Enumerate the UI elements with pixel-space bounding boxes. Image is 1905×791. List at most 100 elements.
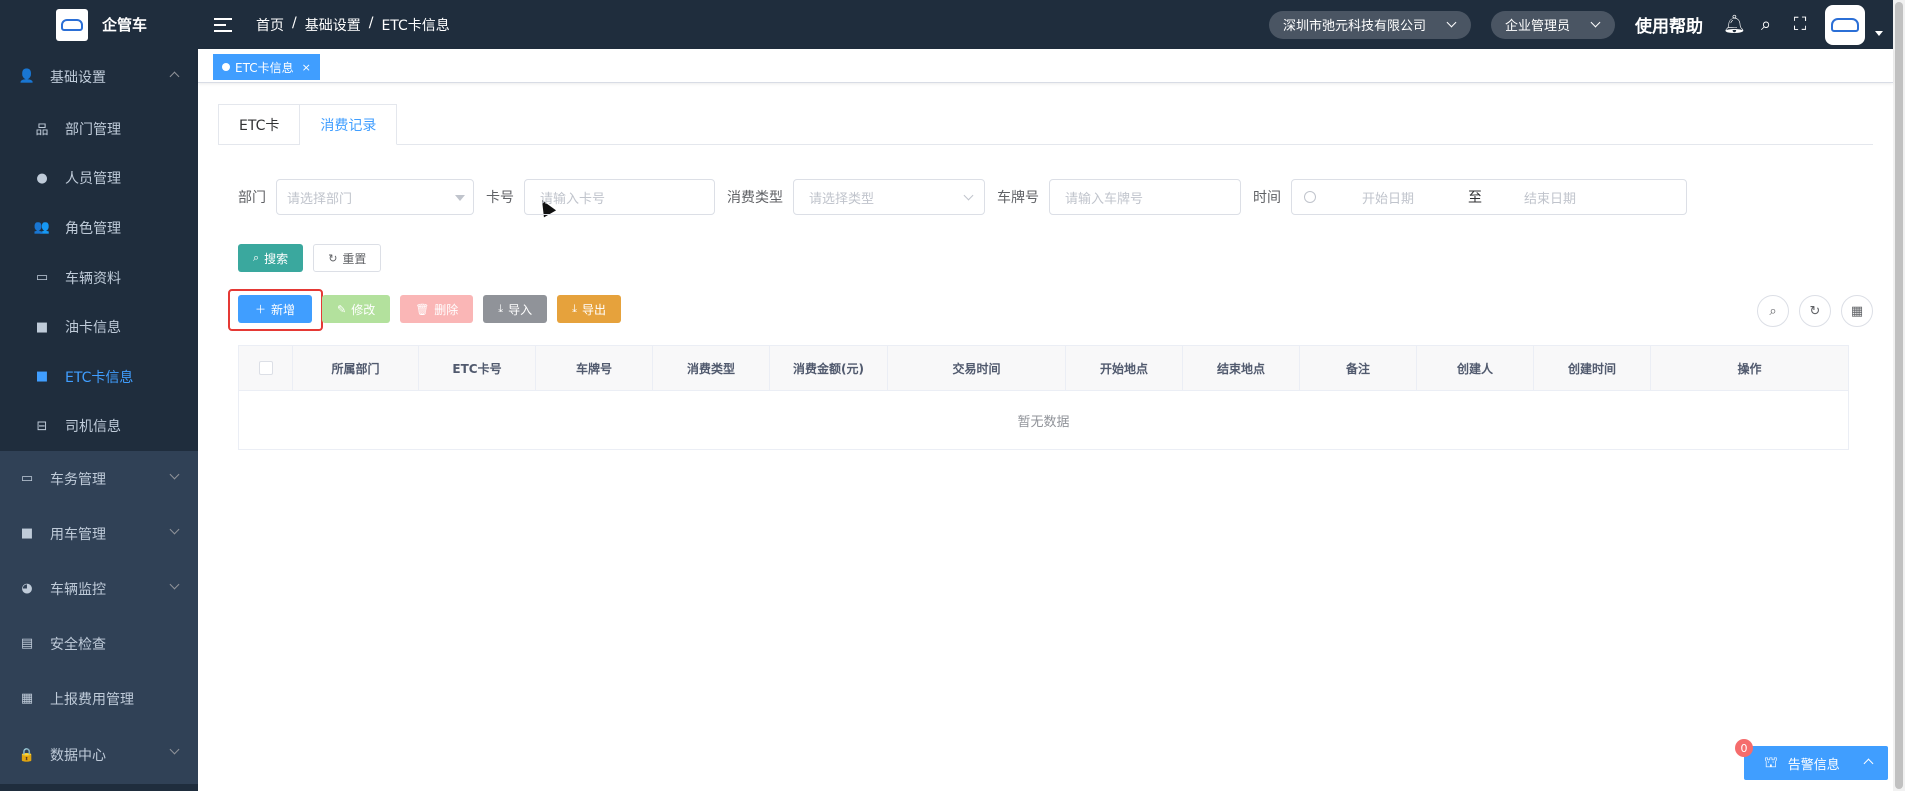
table-header: 所属部门 ETC卡号 车牌号 消费类型 消费金额(元) 交易时间 开始地点 结束… (239, 346, 1848, 391)
caret-down-icon[interactable] (1875, 31, 1883, 36)
scrollbar-thumb[interactable] (1895, 2, 1903, 789)
dept-label: 部门 (238, 190, 266, 206)
tag-etc-card-info[interactable]: ETC卡信息 × (213, 54, 320, 80)
delete-button[interactable]: 🗑︎ 删除 (400, 295, 474, 323)
tab-consumption-records[interactable]: 消费记录 (300, 104, 398, 145)
chevron-down-icon (169, 469, 180, 480)
column-header: 结束地点 (1183, 346, 1300, 390)
menu-group-vehicle-monitor[interactable]: ◕ 车辆监控 (0, 561, 198, 616)
range-separator: 至 (1468, 190, 1483, 206)
download-icon: ⤓ (572, 302, 577, 315)
card-number-input[interactable]: 请输入卡号 (524, 179, 715, 215)
date-range-picker[interactable]: 开始日期 至 结束日期 (1291, 179, 1687, 215)
help-link[interactable]: 使用帮助 (1635, 12, 1703, 37)
sidebar-item-drivers[interactable]: ⊟ 司机信息 (0, 402, 198, 452)
menu-group-expense-report[interactable]: ▦ 上报费用管理 (0, 671, 198, 726)
sidebar-item-etc-cards[interactable]: ■ ETC卡信息 (0, 352, 198, 402)
alarm-count-badge: 0 (1735, 739, 1753, 757)
sidebar-item-personnel[interactable]: ● 人员管理 (0, 154, 198, 204)
close-icon[interactable]: × (302, 61, 311, 74)
chevron-down-icon (169, 744, 180, 755)
logo-car-icon (56, 8, 88, 41)
records-table: 所属部门 ETC卡号 车牌号 消费类型 消费金额(元) 交易时间 开始地点 结束… (238, 345, 1849, 450)
menu-group-basic-settings[interactable]: 👤 基础设置 (0, 49, 198, 104)
fuel-card-icon: ■ (35, 319, 49, 335)
menu-lower: ▭ 车务管理 ■ 用车管理 ◕ 车辆监控 ▤ 安全检查 ▦ 上报费用管理 🔒 数据中心 (0, 451, 198, 785)
sidebar-item-fuel-cards[interactable]: ■ 油卡信息 (0, 302, 198, 352)
start-date-placeholder[interactable]: 开始日期 (1362, 188, 1414, 207)
topbar: 首页 / 基础设置 / ETC卡信息 深圳市弛元科技有限公司 企业管理员 使用帮… (198, 0, 1905, 49)
reset-button[interactable]: ↻ 重置 (313, 244, 382, 272)
alarm-panel[interactable]: ⛫ 告警信息 (1744, 746, 1888, 780)
fullscreen-icon[interactable]: ⛶ (1791, 14, 1809, 35)
add-button-label: 新增 (271, 302, 296, 317)
table-empty-text: 暂无数据 (1017, 414, 1070, 430)
search-icon[interactable]: ⌕ (1757, 14, 1775, 35)
column-header: 创建人 (1417, 346, 1534, 390)
columns-icon[interactable]: ▦ (1841, 295, 1873, 327)
consumption-type-select[interactable]: 请选择类型 (793, 179, 985, 215)
menu-group-safety-check[interactable]: ▤ 安全检查 (0, 616, 198, 671)
export-button[interactable]: ⤓ 导出 (557, 295, 622, 323)
sidebar-item-departments[interactable]: 品部门管理 (0, 104, 198, 154)
active-dot-icon (222, 63, 230, 71)
company-select[interactable]: 深圳市弛元科技有限公司 (1268, 10, 1471, 39)
search-icon: ⌕ (253, 251, 260, 264)
menu-group-vehicle-use[interactable]: ■ 用车管理 (0, 506, 198, 561)
dept-select[interactable]: 请选择部门 (276, 179, 474, 215)
page-scrollbar[interactable] (1893, 0, 1905, 791)
refresh-icon[interactable]: ↻ (1799, 295, 1831, 327)
breadcrumb-basic-settings[interactable]: 基础设置 (305, 15, 361, 35)
clock-icon (1304, 191, 1316, 203)
breadcrumb-home[interactable]: 首页 (256, 15, 284, 35)
filter-form: 部门 请选择部门 卡号 请输入卡号 消费类型 请选择类型 车牌号 请输入车牌号 … (238, 179, 1687, 215)
dept-placeholder: 请选择部门 (287, 191, 353, 207)
menu-toggle-icon[interactable] (214, 17, 232, 32)
import-button[interactable]: ⤓ 导入 (483, 295, 548, 323)
search-button[interactable]: ⌕ 搜索 (238, 244, 304, 272)
plate-placeholder: 请输入车牌号 (1065, 191, 1144, 207)
time-label: 时间 (1253, 190, 1281, 206)
type-placeholder: 请选择类型 (809, 191, 875, 207)
lock-icon: 🔒 (18, 747, 36, 763)
car-icon: ⊟ (36, 418, 48, 434)
main-content: ETC卡 消费记录 部门 请选择部门 卡号 请输入卡号 消费类型 请选择类型 车… (198, 83, 1893, 791)
edit-button[interactable]: ✎ 修改 (322, 295, 391, 323)
column-header: 所属部门 (293, 346, 419, 390)
search-toggle-icon[interactable]: ⌕ (1757, 295, 1789, 327)
column-header: 车牌号 (536, 346, 653, 390)
breadcrumb: 首页 / 基础设置 / ETC卡信息 (256, 15, 450, 35)
sidebar-item-roles[interactable]: 👥 角色管理 (0, 203, 198, 253)
card-placeholder: 请输入卡号 (540, 191, 606, 207)
avatar[interactable] (1825, 4, 1865, 45)
role-select[interactable]: 企业管理员 (1490, 10, 1615, 39)
menu-group-data-center[interactable]: 🔒 数据中心 (0, 726, 198, 784)
chevron-down-icon (1590, 17, 1601, 28)
chevron-down-icon (1446, 17, 1457, 28)
menu-group-label: 上报费用管理 (50, 691, 134, 708)
column-header: 备注 (1300, 346, 1417, 390)
column-header: 消费金额(元) (770, 346, 888, 390)
alarm-bank-icon: ⛫ (1764, 753, 1778, 771)
monitor-icon: ▭ (35, 270, 49, 286)
select-all-cell (239, 346, 293, 390)
menu-group-label: 用车管理 (50, 526, 106, 543)
logo: 企管车 (0, 0, 198, 49)
role-name: 企业管理员 (1504, 19, 1570, 34)
tag-label: ETC卡信息 (235, 60, 294, 75)
bell-icon[interactable]: 🔔︎ (1723, 14, 1746, 35)
org-tree-icon: 品 (35, 123, 49, 139)
sidebar-item-vehicles[interactable]: ▭ 车辆资料 (0, 253, 198, 303)
add-button[interactable]: ＋ 新增 (238, 295, 313, 323)
end-date-placeholder[interactable]: 结束日期 (1524, 188, 1576, 207)
menu-group-vehicle-affairs[interactable]: ▭ 车务管理 (0, 451, 198, 506)
plate-number-input[interactable]: 请输入车牌号 (1049, 179, 1241, 215)
monitor-icon: ▭ (20, 471, 34, 487)
etc-card-icon: ■ (35, 369, 49, 385)
select-all-checkbox[interactable] (258, 361, 273, 375)
sidebar: 企管车 👤 基础设置 品部门管理 ● 人员管理 👥 角色管理 ▭ 车辆资料 ■ 油卡信息… (0, 0, 198, 791)
globe-icon: ◕ (21, 581, 33, 597)
edit-icon: ✎ (337, 302, 347, 316)
submenu-basic-settings: 品部门管理 ● 人员管理 👥 角色管理 ▭ 车辆资料 ■ 油卡信息 ■ ETC卡信息 ⊟ 司… (0, 104, 198, 452)
tab-etc-card[interactable]: ETC卡 (218, 104, 301, 145)
